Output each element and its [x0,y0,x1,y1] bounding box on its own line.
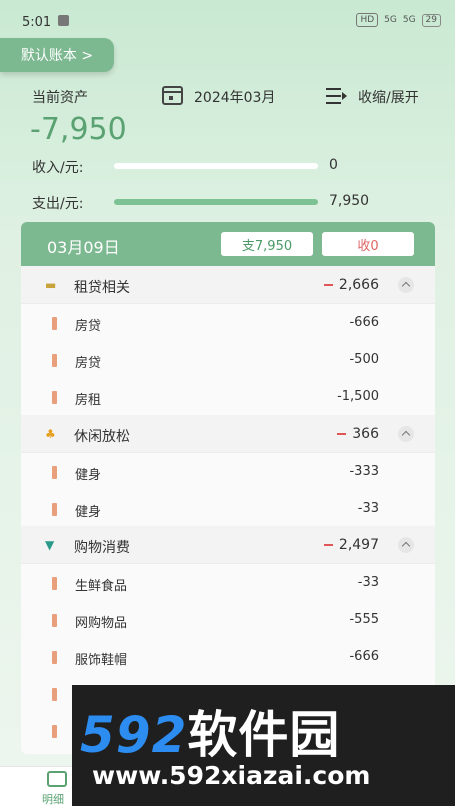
list-item[interactable]: 健身 -333 [21,454,435,491]
item-amount: -666 [349,315,379,330]
day-date: 03月09日 [47,238,120,257]
signal-icon: 5G [402,15,416,25]
list-item[interactable]: 网购物品 -555 [21,602,435,639]
day-card: 03月09日 支7,950 收0 ▬ 租贷相关 2,666 房贷 -666 房贷… [21,222,435,754]
item-amount: -500 [349,352,379,367]
item-amount: -666 [349,649,379,664]
collapse-expand-icon[interactable] [326,87,347,105]
item-amount: -33 [357,575,379,590]
shopping-cart-icon: ▼ [45,538,55,552]
item-amount: -1,500 [337,389,379,404]
day-expense-chip[interactable]: 支7,950 [221,232,313,256]
item-amount: -33 [357,501,379,516]
item-marker [52,651,57,664]
wrench-icon [58,15,69,26]
expense-label: 支出/元: [32,196,84,212]
chevron-up-icon[interactable] [398,537,414,553]
item-marker [52,503,57,516]
money-icon: ▬ [45,278,57,292]
status-time: 5:01 [22,15,52,30]
category-row-shopping[interactable]: ▼ 购物消费 2,497 [21,526,435,564]
item-name: 服饰鞋帽 [75,653,128,668]
collapse-expand-button[interactable]: 收缩/展开 [358,87,419,107]
day-card-header: 03月09日 支7,950 收0 [21,222,435,266]
income-label: 收入/元: [32,160,84,176]
expense-bar [114,199,318,205]
category-row-leisure[interactable]: ♣ 休闲放松 366 [21,415,435,453]
income-bar [114,163,318,169]
item-marker [52,688,57,701]
item-amount: -333 [349,464,379,479]
income-value: 0 [329,157,338,173]
battery-icon: 29 [421,13,441,27]
item-name: 生鲜食品 [75,579,128,594]
nav-tab-details[interactable]: 明细 [42,791,64,806]
total-assets-value: -7,950 [30,112,127,147]
item-marker [52,614,57,627]
day-income-chip[interactable]: 收0 [322,232,414,256]
month-selector[interactable]: 2024年03月 [194,87,275,107]
list-item[interactable]: 生鲜食品 -33 [21,565,435,602]
status-indicators: HD 5G 5G 29 [356,13,441,27]
item-marker [52,391,57,404]
list-item[interactable]: 健身 -33 [21,491,435,528]
status-bar: 5:01 HD 5G 5G 29 [0,0,455,40]
chevron-up-icon[interactable] [398,426,414,442]
category-name: 购物消费 [74,540,130,556]
item-name: 网购物品 [75,616,128,631]
item-amount: -555 [349,612,379,627]
category-name: 租贷相关 [74,280,130,296]
category-amount: 366 [337,426,379,442]
item-name: 房贷 [75,319,102,334]
wallet-icon[interactable] [47,771,67,787]
ledger-switch-button[interactable]: 默认账本 > [0,38,114,72]
list-item[interactable]: 房贷 -500 [21,342,435,379]
category-amount: 2,497 [324,537,379,553]
list-item[interactable]: 房租 -1,500 [21,379,435,416]
list-item[interactable]: 房贷 -666 [21,305,435,342]
watermark: 592软件园 www.592xiazai.com [72,685,455,806]
item-name: 健身 [75,505,102,520]
calendar-icon[interactable] [162,86,183,105]
item-name: 房租 [75,393,102,408]
watermark-url: www.592xiazai.com [92,761,371,790]
category-name: 休闲放松 [74,429,130,445]
network-badge: HD [356,13,379,27]
category-row-rent[interactable]: ▬ 租贷相关 2,666 [21,266,435,304]
watermark-logo: 592软件园 [80,706,341,764]
category-amount: 2,666 [324,277,379,293]
chevron-up-icon[interactable] [398,277,414,293]
assets-label: 当前资产 [32,90,88,106]
item-marker [52,466,57,479]
item-name: 房贷 [75,356,102,371]
item-marker [52,725,57,738]
item-marker [52,577,57,590]
expense-bar-fill [114,199,318,205]
palm-tree-icon: ♣ [45,427,56,441]
item-name: 健身 [75,468,102,483]
expense-value: 7,950 [329,193,370,209]
item-marker [52,317,57,330]
item-marker [52,354,57,367]
signal-icon: 5G [384,15,397,25]
list-item[interactable]: 服饰鞋帽 -666 [21,639,435,676]
